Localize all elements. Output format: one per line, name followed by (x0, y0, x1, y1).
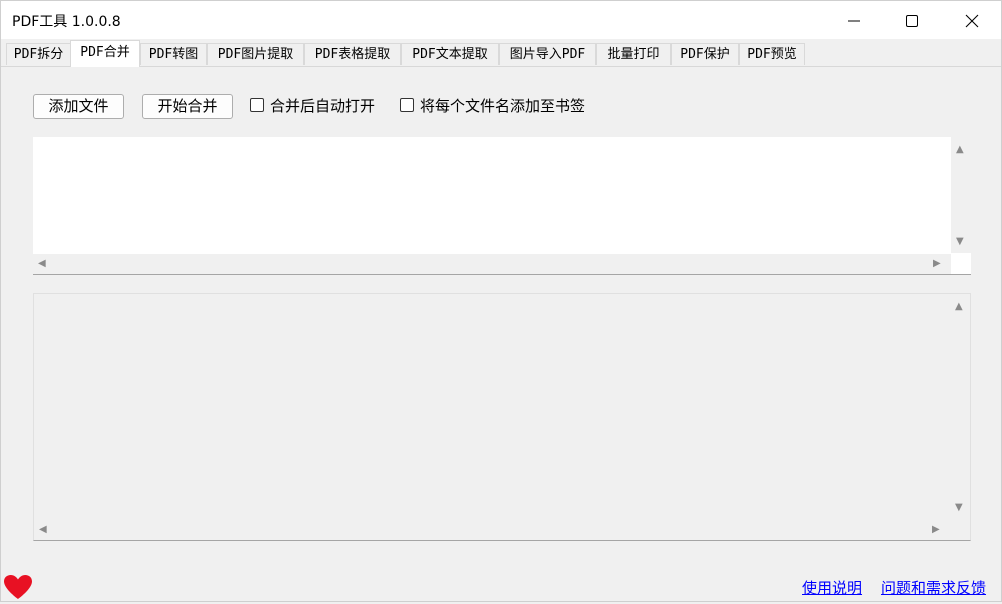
tab-bar: PDF拆分 PDF合并 PDF转图 PDF图片提取 PDF表格提取 PDF文本提… (1, 39, 1001, 67)
file-list-horizontal-scrollbar[interactable]: ◀ ▶ (33, 254, 951, 274)
log-horizontal-scrollbar[interactable]: ◀ ▶ (34, 520, 950, 540)
close-icon (965, 14, 979, 28)
tab-pdf-table-extract[interactable]: PDF表格提取 (304, 43, 401, 65)
scroll-right-icon[interactable]: ▶ (932, 525, 940, 535)
add-files-button[interactable]: 添加文件 (33, 94, 124, 119)
title-bar: PDF工具 1.0.0.8 (1, 1, 1001, 39)
scroll-down-icon[interactable]: ▼ (956, 237, 964, 247)
tab-pdf-preview[interactable]: PDF预览 (739, 43, 805, 65)
scroll-right-icon[interactable]: ▶ (933, 259, 941, 269)
tab-image-to-pdf[interactable]: 图片导入PDF (499, 43, 596, 65)
close-button[interactable] (949, 1, 995, 39)
tab-pdf-merge[interactable]: PDF合并 (70, 40, 140, 67)
auto-open-checkbox-box[interactable] (250, 98, 264, 112)
scroll-left-icon[interactable]: ◀ (38, 259, 46, 269)
log-vertical-scrollbar[interactable]: ▲ ▼ (950, 294, 970, 519)
bookmark-label: 将每个文件名添加至书签 (420, 97, 586, 115)
minimize-button[interactable] (831, 1, 877, 39)
auto-open-label: 合并后自动打开 (270, 97, 376, 115)
tab-pdf-protect[interactable]: PDF保护 (671, 43, 739, 65)
minimize-icon (848, 20, 860, 22)
scroll-left-icon[interactable]: ◀ (39, 525, 47, 535)
file-list-vertical-scrollbar[interactable]: ▲ ▼ (951, 137, 971, 253)
scroll-up-icon[interactable]: ▲ (955, 302, 963, 312)
auto-open-checkbox[interactable]: 合并后自动打开 (250, 96, 385, 116)
scroll-down-icon[interactable]: ▼ (955, 503, 963, 513)
tab-pdf-text-extract[interactable]: PDF文本提取 (401, 43, 499, 65)
tab-pdf-to-image[interactable]: PDF转图 (140, 43, 207, 65)
app-window: PDF工具 1.0.0.8 PDF拆分 PDF合并 PDF转图 PDF图片提取 … (0, 0, 1002, 602)
feedback-link[interactable]: 问题和需求反馈 (881, 577, 986, 598)
file-list-panel[interactable]: ▲ ▼ ◀ ▶ (33, 137, 971, 275)
tab-batch-print[interactable]: 批量打印 (596, 43, 671, 65)
tab-pdf-image-extract[interactable]: PDF图片提取 (207, 43, 304, 65)
heart-icon[interactable] (3, 574, 33, 604)
help-link[interactable]: 使用说明 (802, 577, 862, 598)
maximize-button[interactable] (889, 1, 935, 39)
bookmark-checkbox[interactable]: 将每个文件名添加至书签 (400, 96, 595, 116)
scroll-up-icon[interactable]: ▲ (956, 145, 964, 155)
bookmark-checkbox-box[interactable] (400, 98, 414, 112)
tab-pdf-split[interactable]: PDF拆分 (6, 43, 71, 65)
window-title: PDF工具 1.0.0.8 (12, 14, 121, 30)
log-output-panel[interactable]: ▲ ▼ ◀ ▶ (33, 293, 971, 541)
maximize-icon (906, 15, 918, 27)
start-merge-button[interactable]: 开始合并 (142, 94, 233, 119)
